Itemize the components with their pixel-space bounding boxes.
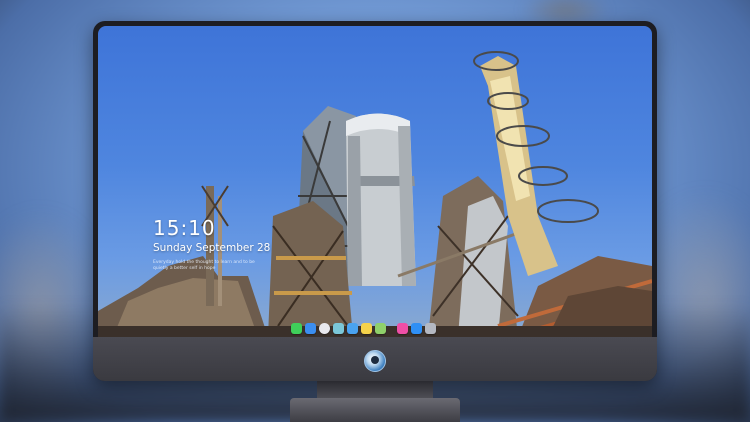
lockscreen-time: 15:10 [153,216,216,240]
app-store-icon[interactable] [411,322,422,334]
music-icon[interactable] [397,322,408,334]
photos-icon[interactable] [333,322,344,334]
clapper-icon[interactable] [347,322,358,334]
lockscreen-date: Sunday September 28 [153,242,271,254]
monitor-stand-base [290,398,460,422]
monitor: 15:10 Sunday September 28 Everyday hold … [93,21,657,381]
quote-line-2: quietly a better self in hope [153,266,216,271]
wallpaper-industrial-plant [98,51,652,337]
browser-icon[interactable] [319,322,330,334]
files-icon[interactable] [305,322,316,334]
brand-logo-icon [364,350,386,372]
lockscreen-quote: Everyday hold the thought to learn and t… [153,260,273,272]
dock [291,321,436,335]
gallery-icon[interactable] [375,322,386,334]
notes-icon[interactable] [361,322,372,334]
window-icon[interactable] [425,322,436,334]
monitor-chin [93,337,657,381]
desktop-screen[interactable]: 15:10 Sunday September 28 Everyday hold … [98,26,652,337]
messages-icon[interactable] [291,322,302,334]
